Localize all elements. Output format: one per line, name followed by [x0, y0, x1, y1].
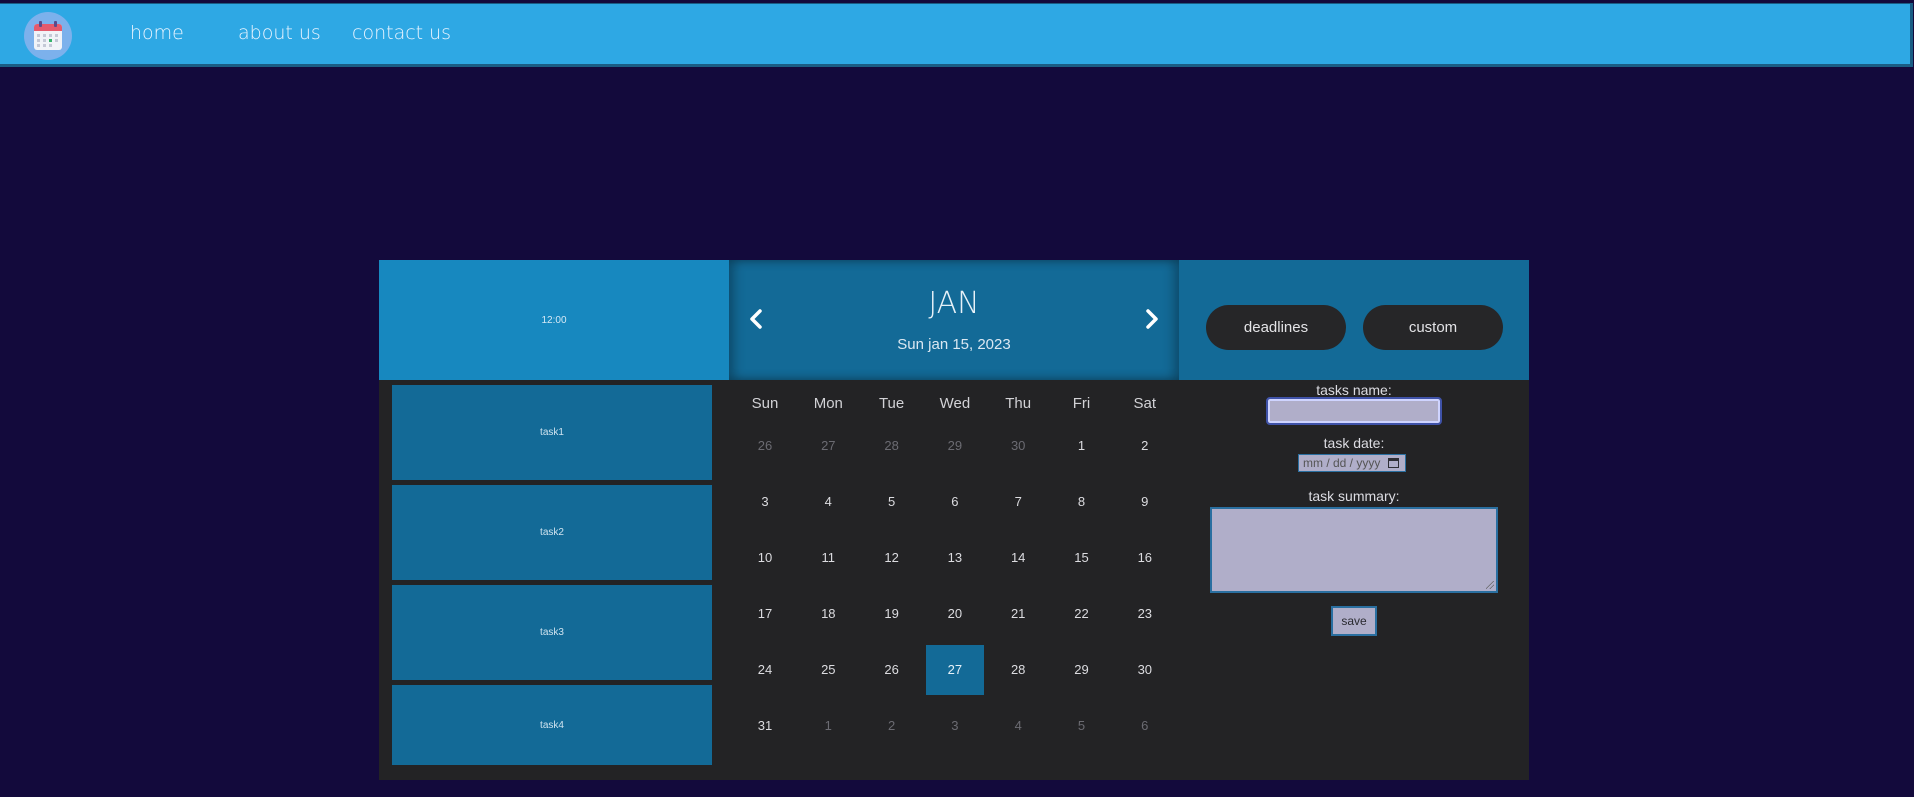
- task-name-label: tasks name:: [1316, 382, 1392, 398]
- calendar-day[interactable]: 16: [1116, 533, 1174, 583]
- task-date-label: task date:: [1323, 435, 1385, 451]
- time-display: 12:00: [379, 260, 729, 380]
- task-name-input[interactable]: [1266, 397, 1442, 425]
- calendar-day[interactable]: 7: [989, 477, 1047, 527]
- task-label: task3: [540, 627, 564, 638]
- calendar-day[interactable]: 27: [799, 421, 857, 471]
- weekday-label: Sat: [1133, 395, 1157, 412]
- nav-link-about-us[interactable]: about us: [238, 22, 321, 44]
- weekday-label: Tue: [878, 395, 905, 412]
- calendar-day[interactable]: 5: [863, 477, 921, 527]
- calendar-day[interactable]: 12: [863, 533, 921, 583]
- calendar-day[interactable]: 18: [799, 589, 857, 639]
- calendar-day[interactable]: 1: [1053, 421, 1111, 471]
- calendar-day[interactable]: 31: [736, 701, 794, 751]
- calendar-day[interactable]: 2: [863, 701, 921, 751]
- calendar-day[interactable]: 5: [1053, 701, 1111, 751]
- task-item[interactable]: task1: [392, 385, 712, 480]
- calendar-day[interactable]: 24: [736, 645, 794, 695]
- task-summary-textarea[interactable]: [1210, 507, 1498, 593]
- deadlines-button[interactable]: deadlines: [1206, 305, 1346, 350]
- time-label: 12:00: [541, 314, 567, 326]
- calendar-day[interactable]: 30: [989, 421, 1047, 471]
- calendar-day[interactable]: 25: [799, 645, 857, 695]
- calendar-day[interactable]: 22: [1053, 589, 1111, 639]
- chevron-right-icon[interactable]: [1139, 307, 1163, 331]
- calendar-day[interactable]: 10: [736, 533, 794, 583]
- task-label: task2: [540, 527, 564, 538]
- calendar-day[interactable]: 26: [736, 421, 794, 471]
- calendar-day[interactable]: 30: [1116, 645, 1174, 695]
- calendar-day[interactable]: 15: [1053, 533, 1111, 583]
- calendar-day[interactable]: 13: [926, 533, 984, 583]
- calendar-day[interactable]: 11: [799, 533, 857, 583]
- nav-link-contact-us[interactable]: contact us: [352, 22, 451, 44]
- filter-header: deadlines custom: [1179, 260, 1529, 380]
- weekday-label: Thu: [1005, 395, 1032, 412]
- weekday-label: Sun: [751, 395, 779, 412]
- month-title: JAN: [928, 286, 980, 321]
- calendar-day[interactable]: 4: [799, 477, 857, 527]
- calendar-day[interactable]: 29: [1053, 645, 1111, 695]
- task-item[interactable]: task4: [392, 685, 712, 765]
- custom-button[interactable]: custom: [1363, 305, 1503, 350]
- task-item[interactable]: task3: [392, 585, 712, 680]
- calendar-day-selected[interactable]: 27: [925, 645, 984, 695]
- calendar-day[interactable]: 8: [1053, 477, 1111, 527]
- selected-date: Sun jan 15, 2023: [897, 336, 1011, 353]
- calendar-day[interactable]: 9: [1116, 477, 1174, 527]
- calendar-day[interactable]: 3: [736, 477, 794, 527]
- calendar-day[interactable]: 14: [989, 533, 1047, 583]
- navbar: home about us contact us: [0, 3, 1913, 67]
- calendar-picker-icon[interactable]: [1388, 458, 1399, 468]
- calendar-day[interactable]: 23: [1116, 589, 1174, 639]
- calendar-grid: Sun Mon Tue Wed Thu Fri Sat 26 27 28 29 30 1 2 3 4 5 6 7 8 9…: [729, 380, 1179, 780]
- resize-handle-icon[interactable]: [1486, 581, 1494, 589]
- calendar-day[interactable]: 6: [926, 477, 984, 527]
- calendar-day[interactable]: 2: [1116, 421, 1174, 471]
- calendar-day[interactable]: 28: [989, 645, 1047, 695]
- calendar-day[interactable]: 20: [926, 589, 984, 639]
- weekday-label: Mon: [813, 395, 843, 412]
- calendar-day[interactable]: 6: [1116, 701, 1174, 751]
- calendar-day[interactable]: 28: [863, 421, 921, 471]
- task-form: tasks name: task date: mm / dd / yyyy ta…: [1179, 380, 1529, 780]
- calendar-app: 12:00 task1 task2 task3 task4 JAN Sun ja…: [379, 260, 1529, 780]
- calendar-header: JAN Sun jan 15, 2023: [729, 260, 1179, 380]
- weekday-label: Wed: [939, 395, 971, 412]
- task-label: task4: [540, 719, 564, 731]
- task-list: task1 task2 task3 task4: [379, 380, 729, 780]
- calendar-icon[interactable]: [24, 12, 72, 60]
- calendar-day[interactable]: 4: [989, 701, 1047, 751]
- calendar-day[interactable]: 29: [926, 421, 984, 471]
- task-label: task1: [540, 427, 564, 438]
- task-item[interactable]: task2: [392, 485, 712, 580]
- weekday-label: Fri: [1072, 395, 1091, 412]
- calendar-day[interactable]: 1: [799, 701, 857, 751]
- date-placeholder: mm / dd / yyyy: [1303, 456, 1381, 470]
- nav-link-home[interactable]: home: [130, 22, 184, 44]
- calendar-day[interactable]: 3: [926, 701, 984, 751]
- calendar-day[interactable]: 26: [863, 645, 921, 695]
- task-summary-label: task summary:: [1308, 488, 1400, 504]
- calendar-day[interactable]: 17: [736, 589, 794, 639]
- save-button[interactable]: save: [1331, 606, 1377, 636]
- task-date-input[interactable]: mm / dd / yyyy: [1298, 454, 1406, 472]
- calendar-day[interactable]: 19: [863, 589, 921, 639]
- calendar-day[interactable]: 21: [989, 589, 1047, 639]
